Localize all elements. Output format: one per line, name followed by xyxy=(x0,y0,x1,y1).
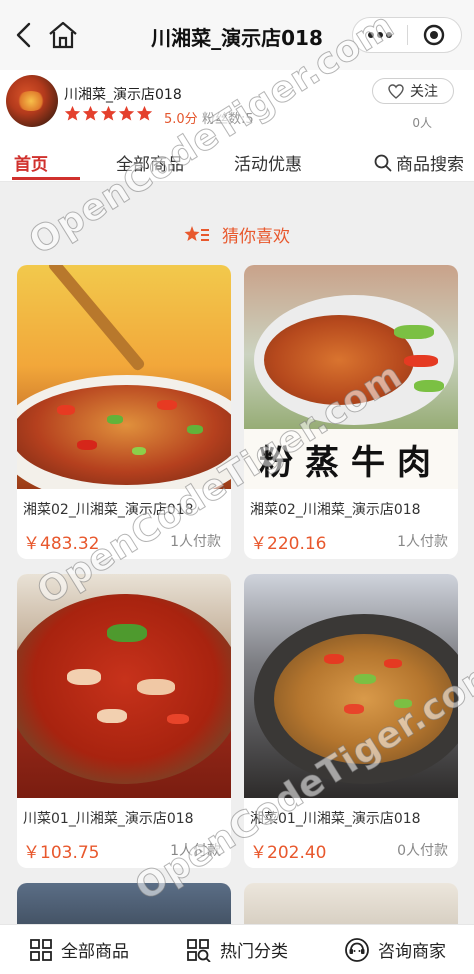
bottom-hot-categories-label: 热门分类 xyxy=(220,942,288,962)
star-icon xyxy=(64,105,81,121)
star-icon xyxy=(82,105,99,121)
shop-score: 5.0分 xyxy=(164,112,198,127)
target-close-icon xyxy=(424,24,445,46)
product-name: 川菜01_川湘菜_演示店018 xyxy=(23,811,194,827)
search-icon xyxy=(374,154,392,171)
rating-stars xyxy=(64,105,153,122)
shop-name: 川湘菜_演示店018 xyxy=(64,87,182,103)
follow-count: 0人 xyxy=(412,116,432,130)
product-price: ￥483.32 xyxy=(23,534,100,554)
follow-button[interactable]: 关注 xyxy=(372,78,454,104)
product-image xyxy=(17,265,231,489)
product-image xyxy=(244,574,458,798)
product-card[interactable]: 湘菜01_川湘菜_演示店018 ￥202.40 0人付款 xyxy=(244,574,458,868)
product-name: 湘菜01_川湘菜_演示店018 xyxy=(250,811,421,827)
section-title: 猜你喜欢 xyxy=(222,227,290,247)
category-search-icon xyxy=(187,938,211,962)
tab-search-label: 商品搜索 xyxy=(396,155,464,175)
bottom-hot-categories-button[interactable]: 热门分类 xyxy=(158,925,316,974)
tab-home[interactable]: 首页 xyxy=(14,150,48,175)
tab-all-products[interactable]: 全部商品 xyxy=(116,150,184,175)
image-calligraphy-text: 粉蒸牛肉 xyxy=(244,429,458,489)
product-card[interactable]: 湘菜02_川湘菜_演示店018 ￥483.32 1人付款 xyxy=(17,265,231,559)
active-tab-indicator xyxy=(12,177,80,180)
close-button[interactable] xyxy=(408,17,461,53)
product-paid-count: 1人付款 xyxy=(397,534,448,550)
title-bar: 川湘菜_演示店018 xyxy=(0,0,474,70)
product-name: 湘菜02_川湘菜_演示店018 xyxy=(250,502,421,518)
product-paid-count: 0人付款 xyxy=(397,843,448,859)
product-card[interactable]: 粉蒸牛肉 湘菜02_川湘菜_演示店018 ￥220.16 1人付款 xyxy=(244,265,458,559)
product-paid-count: 1人付款 xyxy=(170,534,221,550)
star-icon xyxy=(118,105,135,121)
grid-icon xyxy=(30,938,52,961)
heart-icon xyxy=(388,83,404,99)
product-paid-count: 1人付款 xyxy=(170,843,221,859)
star-list-icon xyxy=(184,225,209,241)
tab-promotions[interactable]: 活动优惠 xyxy=(234,150,302,175)
customer-service-icon xyxy=(345,937,369,962)
product-image xyxy=(17,574,231,798)
bottom-all-products-button[interactable]: 全部商品 xyxy=(0,925,158,974)
tab-product-search[interactable]: 商品搜索 xyxy=(374,150,464,175)
mini-program-capsule xyxy=(352,17,462,53)
product-image: 粉蒸牛肉 xyxy=(244,265,458,489)
bottom-bar: 全部商品 热门分类 咨询商家 xyxy=(0,924,474,974)
star-icon xyxy=(136,105,153,121)
product-price: ￥202.40 xyxy=(250,843,327,863)
more-button[interactable] xyxy=(353,17,407,53)
bottom-contact-merchant-button[interactable]: 咨询商家 xyxy=(316,925,474,974)
tab-bar: 首页 全部商品 活动优惠 商品搜索 xyxy=(0,136,474,182)
product-price: ￥220.16 xyxy=(250,534,327,554)
follow-label: 关注 xyxy=(410,84,438,100)
bottom-contact-merchant-label: 咨询商家 xyxy=(378,942,446,962)
shop-header: 川湘菜_演示店018 5.0分 粉丝数:5 关注 0人 xyxy=(0,70,474,136)
section-header: 猜你喜欢 xyxy=(0,222,474,247)
bottom-all-products-label: 全部商品 xyxy=(61,942,129,962)
product-card[interactable]: 川菜01_川湘菜_演示店018 ￥103.75 1人付款 xyxy=(17,574,231,868)
shop-avatar[interactable] xyxy=(6,75,58,127)
more-dots-icon xyxy=(368,32,392,38)
product-price: ￥103.75 xyxy=(23,843,100,863)
fans-count: 粉丝数:5 xyxy=(202,112,254,127)
star-icon xyxy=(100,105,117,121)
product-name: 湘菜02_川湘菜_演示店018 xyxy=(23,502,194,518)
